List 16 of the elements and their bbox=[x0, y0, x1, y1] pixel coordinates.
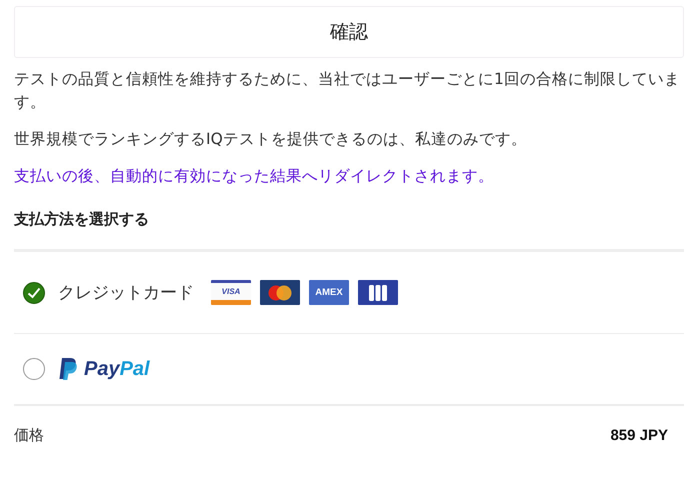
amex-logo: AMEX bbox=[309, 280, 349, 305]
price-label: 価格 bbox=[14, 426, 44, 444]
info-text: 世界規模でランキングするIQテストを提供できるのは、私達のみです。 bbox=[14, 129, 528, 150]
radio-button[interactable] bbox=[23, 282, 45, 304]
price-value: 859 JPY bbox=[610, 426, 668, 444]
section-heading: 支払方法を選択する bbox=[14, 210, 150, 229]
paypal-logo: PayPal bbox=[58, 357, 150, 381]
page-title: 確認 bbox=[330, 20, 368, 45]
radio-button[interactable] bbox=[23, 358, 45, 380]
option-label: クレジットカード bbox=[58, 282, 194, 304]
redirect-notice: 支払いの後、自動的に有効になった結果へリダイレクトされます。 bbox=[14, 166, 495, 187]
visa-logo: VISA bbox=[211, 280, 251, 305]
jcb-logo bbox=[358, 280, 398, 305]
info-text: テストの品質と信頼性を維持するために、当社ではユーザーごとに1回の合格に制限しています。 bbox=[14, 69, 681, 113]
check-icon bbox=[27, 286, 41, 298]
mastercard-logo bbox=[260, 280, 300, 305]
